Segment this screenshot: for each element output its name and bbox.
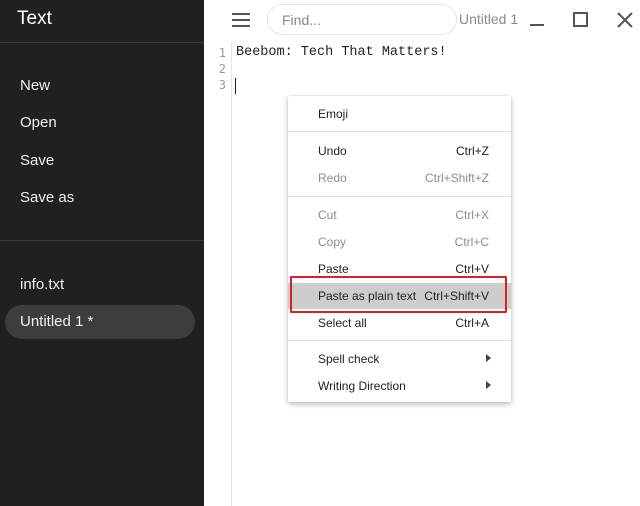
line-number: 2 bbox=[218, 62, 226, 76]
editor-line[interactable]: Beebom: Tech That Matters! bbox=[236, 45, 447, 60]
menu-separator bbox=[288, 131, 511, 132]
submenu-arrow-icon bbox=[486, 354, 491, 362]
menu-icon[interactable] bbox=[232, 13, 250, 27]
menu-item-undo[interactable]: Undo Ctrl+Z bbox=[288, 138, 511, 164]
menu-item-select-all[interactable]: Select all Ctrl+A bbox=[288, 310, 511, 336]
line-number-gutter: 1 2 3 bbox=[204, 42, 232, 506]
context-menu: Emoji Undo Ctrl+Z Redo Ctrl+Shift+Z Cut … bbox=[288, 96, 511, 402]
menu-item-spell-check[interactable]: Spell check bbox=[288, 346, 511, 372]
annotation-highlight-box bbox=[290, 276, 507, 313]
menu-item-emoji[interactable]: Emoji bbox=[288, 101, 511, 127]
sidebar-divider bbox=[0, 240, 204, 241]
file-item-label: Untitled 1 * bbox=[20, 313, 94, 330]
menu-separator bbox=[288, 340, 511, 341]
menu-item-redo[interactable]: Redo Ctrl+Shift+Z bbox=[288, 165, 511, 191]
menu-item-cut[interactable]: Cut Ctrl+X bbox=[288, 202, 511, 228]
sidebar-item-save[interactable]: Save bbox=[20, 152, 54, 169]
sidebar-item-new[interactable]: New bbox=[20, 77, 50, 94]
top-bar: Untitled 1 bbox=[204, 0, 640, 42]
sidebar-divider bbox=[0, 42, 204, 43]
maximize-icon[interactable] bbox=[571, 10, 591, 30]
search-box[interactable] bbox=[267, 4, 457, 35]
minimize-icon[interactable] bbox=[527, 10, 547, 30]
search-input[interactable] bbox=[282, 11, 442, 29]
sidebar-item-open[interactable]: Open bbox=[20, 114, 57, 131]
app-title: Text bbox=[17, 8, 52, 29]
line-number: 1 bbox=[218, 46, 226, 60]
file-item-untitled-1[interactable]: Untitled 1 * bbox=[5, 305, 195, 339]
text-caret bbox=[235, 78, 236, 94]
menu-separator bbox=[288, 196, 511, 197]
submenu-arrow-icon bbox=[486, 381, 491, 389]
sidebar-item-save-as[interactable]: Save as bbox=[20, 189, 74, 206]
menu-item-writing-direction[interactable]: Writing Direction bbox=[288, 373, 511, 399]
document-title: Untitled 1 bbox=[459, 11, 519, 27]
line-number: 3 bbox=[218, 78, 226, 92]
sidebar: Text New Open Save Save as info.txt Unti… bbox=[0, 0, 204, 506]
close-icon[interactable] bbox=[615, 10, 635, 30]
menu-item-copy[interactable]: Copy Ctrl+C bbox=[288, 229, 511, 255]
file-item-info-txt[interactable]: info.txt bbox=[20, 276, 64, 293]
